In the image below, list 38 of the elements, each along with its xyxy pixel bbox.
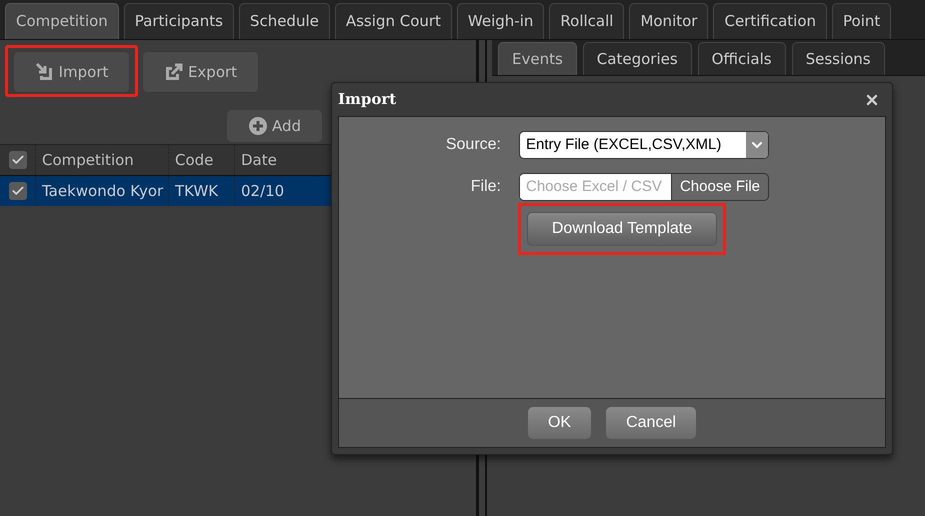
table-cell: TKWK <box>168 176 234 206</box>
table-cell: 02/10 <box>234 176 330 206</box>
download-template-button[interactable]: Download Template <box>527 212 717 246</box>
field-label: Source: <box>444 135 501 155</box>
tab[interactable]: Rollcall <box>549 3 624 39</box>
tab[interactable]: Competition <box>5 3 119 39</box>
tab[interactable]: Certification <box>713 3 828 39</box>
tab[interactable]: Schedule <box>238 3 330 39</box>
tab[interactable]: Participants <box>124 3 234 39</box>
plus-circle-icon <box>248 116 268 136</box>
column-header: Competition <box>35 145 168 175</box>
checkbox[interactable] <box>8 151 26 169</box>
dialog-title: Import <box>338 89 396 110</box>
export-icon <box>164 62 184 82</box>
tab[interactable]: Weigh-in <box>456 3 544 39</box>
import-icon <box>34 62 55 82</box>
tab[interactable]: Assign Court <box>334 3 452 39</box>
import-button[interactable]: Import <box>13 51 130 93</box>
tab[interactable]: Officials <box>698 42 786 75</box>
checkbox[interactable] <box>8 182 26 200</box>
table-cell: Taekwondo Kyor <box>35 176 168 206</box>
export-button[interactable]: Export <box>142 51 259 93</box>
tab[interactable]: Point <box>832 3 892 39</box>
column-header: Date <box>234 145 330 175</box>
source-select[interactable]: Entry File (EXCEL,CSV,XML) <box>519 131 769 159</box>
check-icon <box>10 184 24 198</box>
add-button[interactable]: Add <box>227 110 322 142</box>
dialog-button[interactable]: Cancel <box>606 407 696 439</box>
check-icon <box>10 153 24 167</box>
file-field[interactable]: Choose Excel / CSV <box>519 173 671 201</box>
choose-file-button[interactable]: Choose File <box>671 173 769 201</box>
tab[interactable]: Categories <box>582 42 692 75</box>
dialog-button[interactable]: OK <box>528 407 591 439</box>
field-label: File: <box>470 177 501 197</box>
tab[interactable]: Monitor <box>629 3 708 39</box>
tab[interactable]: Sessions <box>792 42 885 75</box>
tab[interactable]: Events <box>498 42 577 75</box>
column-header: Code <box>168 145 234 175</box>
